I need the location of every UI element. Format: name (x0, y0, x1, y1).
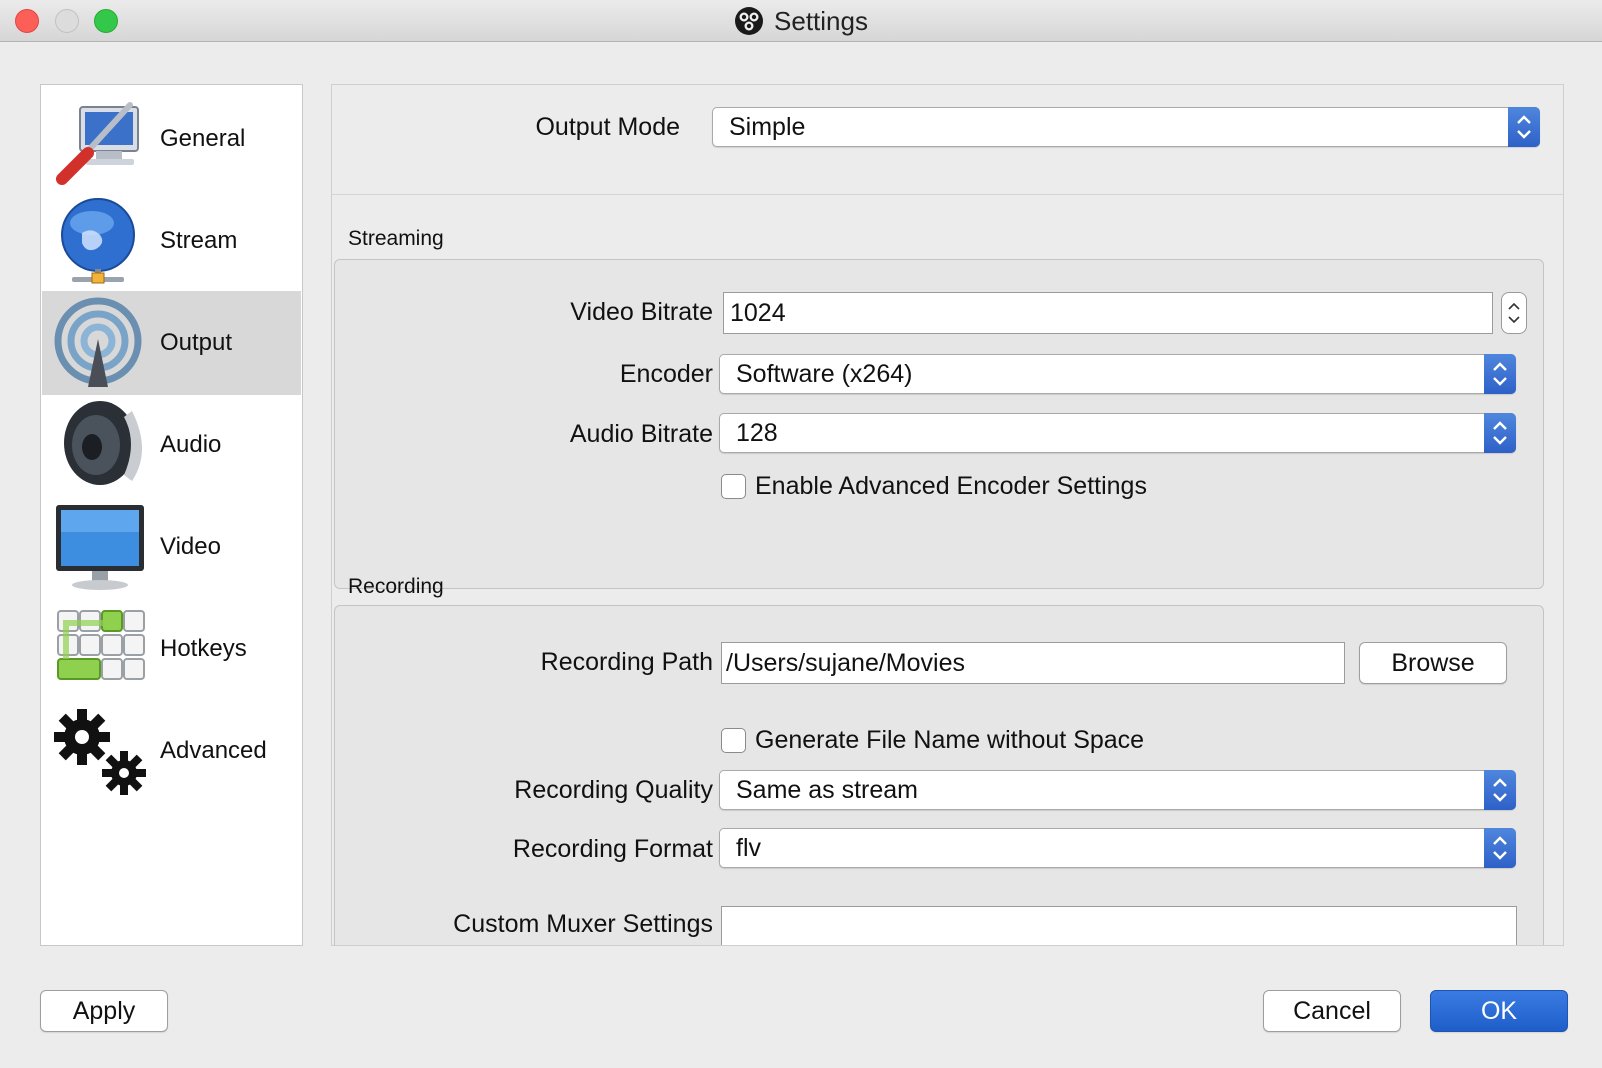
select-arrows-icon (1484, 828, 1516, 868)
obs-logo-icon (735, 7, 764, 35)
advanced-encoder-label: Enable Advanced Encoder Settings (755, 472, 1147, 500)
ok-button[interactable]: OK (1430, 990, 1568, 1032)
sidebar-item-output[interactable]: Output (42, 291, 301, 395)
recording-group: Recording Path /Users/sujane/Movies Brow… (334, 605, 1544, 945)
video-bitrate-input[interactable]: 1024 (723, 292, 1493, 334)
encoder-label: Encoder (619, 360, 713, 388)
audio-bitrate-value: 128 (736, 419, 778, 447)
sidebar-item-label: Advanced (160, 737, 267, 764)
video-bitrate-value: 1024 (730, 299, 786, 327)
recording-path-label: Recording Path (540, 648, 713, 676)
output-settings-panel: Output Mode Simple Streaming Video Bitra… (331, 84, 1564, 946)
sidebar-item-label: Stream (160, 227, 238, 254)
hotkeys-keyboard-icon (57, 610, 145, 680)
streaming-group: Video Bitrate 1024 Encoder Software (x26… (334, 259, 1544, 589)
streaming-group-title: Streaming (348, 227, 444, 250)
no-space-filename-label: Generate File Name without Space (755, 726, 1145, 754)
sidebar-item-label: Video (160, 533, 221, 560)
stream-globe-icon (61, 198, 135, 284)
video-bitrate-stepper[interactable] (1501, 292, 1527, 334)
select-arrows-icon (1484, 354, 1516, 394)
sidebar-item-stream[interactable]: Stream (42, 189, 301, 293)
general-tools-icon (56, 102, 139, 185)
cancel-button[interactable]: Cancel (1263, 990, 1401, 1032)
custom-muxer-label: Custom Muxer Settings (453, 910, 713, 938)
recording-path-input[interactable]: /Users/sujane/Movies (721, 642, 1345, 684)
encoder-select[interactable]: Software (x264) (719, 354, 1516, 394)
output-mode-select[interactable]: Simple (712, 107, 1540, 147)
sidebar-item-advanced[interactable]: Advanced (42, 699, 301, 803)
output-mode-label: Output Mode (535, 113, 680, 141)
sidebar-item-video[interactable]: Video (42, 495, 301, 599)
recording-path-value: /Users/sujane/Movies (726, 649, 965, 677)
sidebar-item-audio[interactable]: Audio (42, 393, 301, 497)
sidebar-item-label: General (160, 125, 246, 152)
recording-quality-select[interactable]: Same as stream (719, 770, 1516, 810)
window-title: Settings (774, 5, 868, 36)
recording-quality-value: Same as stream (736, 776, 919, 804)
custom-muxer-input[interactable] (721, 906, 1517, 945)
title-area: Settings (0, 0, 1602, 42)
sidebar-item-label: Output (160, 329, 233, 356)
select-arrows-icon (1484, 770, 1516, 810)
sidebar-item-label: Audio (160, 431, 222, 458)
sidebar-item-label: Hotkeys (160, 635, 247, 662)
output-mode-value: Simple (729, 113, 806, 141)
audio-bitrate-select[interactable]: 128 (719, 413, 1516, 453)
no-space-filename-checkbox[interactable] (721, 728, 746, 753)
recording-format-select[interactable]: flv (719, 828, 1516, 868)
output-broadcast-icon (54, 297, 142, 387)
select-arrows-icon (1484, 413, 1516, 453)
settings-sidebar: General Stream Output Audio Video Hotkey… (40, 84, 303, 946)
recording-group-title: Recording (348, 575, 444, 598)
video-bitrate-label: Video Bitrate (570, 298, 713, 326)
select-arrows-icon (1508, 107, 1540, 147)
audio-speaker-icon (64, 401, 142, 485)
video-monitor-icon (56, 505, 144, 590)
mode-divider (332, 194, 1563, 195)
advanced-gears-icon (54, 709, 146, 795)
sidebar-item-general[interactable]: General (42, 87, 301, 191)
sidebar-item-hotkeys[interactable]: Hotkeys (42, 597, 301, 701)
advanced-encoder-checkbox[interactable] (721, 474, 746, 499)
recording-quality-label: Recording Quality (514, 776, 713, 804)
title-bar: Settings (0, 0, 1602, 42)
browse-button[interactable]: Browse (1359, 642, 1507, 684)
recording-format-label: Recording Format (512, 835, 713, 863)
audio-bitrate-label: Audio Bitrate (569, 420, 713, 448)
apply-button[interactable]: Apply (40, 990, 168, 1032)
recording-format-value: flv (736, 834, 761, 862)
stepper-arrows-icon (1508, 302, 1520, 324)
encoder-value: Software (x264) (736, 360, 913, 388)
